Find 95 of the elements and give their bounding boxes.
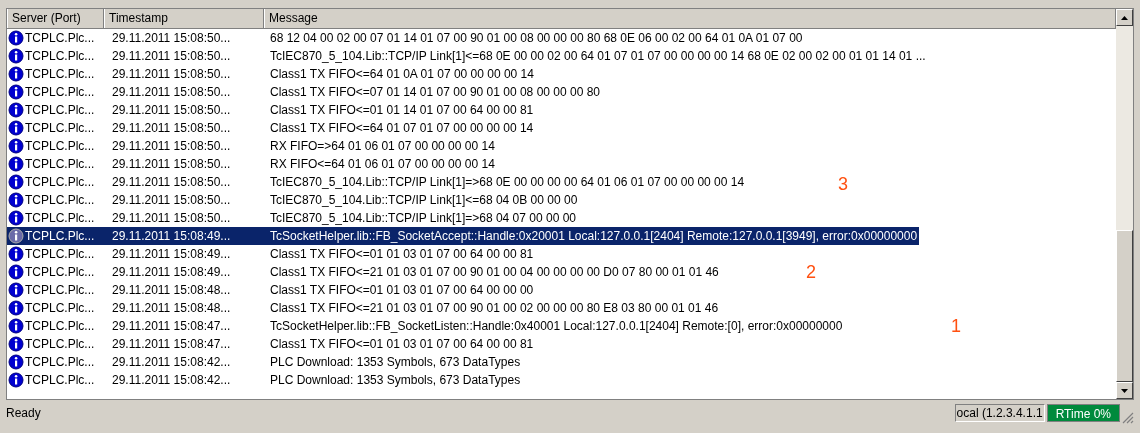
annotation-number: 2 <box>806 263 816 281</box>
down-arrow-icon <box>1121 388 1128 393</box>
log-row[interactable]: TCPLC.Plc... 29.11.2011 15:08:47... TcSocketHelper.lib::FB_SocketListen::Handle:0x40001 Local:127.0.0.1[2404] Remote:[0], error:0x00000000 <box>7 317 845 335</box>
status-text: Ready <box>6 405 42 422</box>
log-row[interactable]: TCPLC.Plc... 29.11.2011 15:08:50... Class1 TX FIFO<=64 01 0A 01 07 00 00 00 00 14 <box>7 65 536 83</box>
scrollbar[interactable] <box>1116 9 1133 399</box>
message-cell-text: Class1 TX FIFO<=01 01 14 01 07 00 64 00 00 81 <box>270 102 534 119</box>
message-cell-text: TcIEC870_5_104.Lib::TCP/IP Link[1]<=68 04 0B 00 00 00 <box>270 192 578 209</box>
annotation-number: 1 <box>951 317 961 335</box>
message-cell-text: TcIEC870_5_104.Lib::TCP/IP Link[1]<=68 0E 00 00 02 00 64 01 07 01 07 00 00 00 00 14 68 0E 02 00 02 00 01 01 14 01 ... <box>270 48 926 65</box>
server-cell-text: TCPLC.Plc... <box>25 138 95 155</box>
server-cell-text: TCPLC.Plc... <box>25 48 95 65</box>
timestamp-cell-text: 29.11.2011 15:08:50... <box>111 174 232 191</box>
server-cell-text: TCPLC.Plc... <box>25 30 95 47</box>
timestamp-cell-text: 29.11.2011 15:08:50... <box>111 66 232 83</box>
message-cell-text: Class1 TX FIFO<=21 01 03 01 07 00 90 01 00 02 00 00 00 80 E8 03 80 00 01 01 46 <box>270 300 719 317</box>
log-row[interactable]: TCPLC.Plc... 29.11.2011 15:08:42... PLC Download: 1353 Symbols, 673 DataTypes <box>7 371 523 389</box>
log-row[interactable]: TCPLC.Plc... 29.11.2011 15:08:50... RX FIFO=>64 01 06 01 07 00 00 00 00 14 <box>7 137 497 155</box>
server-cell-text: TCPLC.Plc... <box>25 66 95 83</box>
log-row[interactable]: TCPLC.Plc... 29.11.2011 15:08:49... TcSocketHelper.lib::FB_SocketAccept::Handle:0x20001 Local:127.0.0.1[2404] Remote:127.0.0.1[3949], error:0x00000000 <box>7 227 920 245</box>
server-cell-text: TCPLC.Plc... <box>25 372 95 389</box>
server-cell-text: TCPLC.Plc... <box>25 210 95 227</box>
message-cell-text: PLC Download: 1353 Symbols, 673 DataTypes <box>270 372 521 389</box>
timestamp-cell-text: 29.11.2011 15:08:50... <box>111 102 232 119</box>
server-cell-text: TCPLC.Plc... <box>25 246 95 263</box>
message-cell-text: Class1 TX FIFO<=64 01 07 01 07 00 00 00 00 14 <box>270 120 534 137</box>
server-cell-text: TCPLC.Plc... <box>25 336 95 353</box>
message-cell-text: TcSocketHelper.lib::FB_SocketListen::Handle:0x40001 Local:127.0.0.1[2404] Remote:[0], error:0x00000000 <box>270 318 843 335</box>
log-row[interactable]: TCPLC.Plc... 29.11.2011 15:08:50... TcIEC870_5_104.Lib::TCP/IP Link[1]<=68 0E 00 00 02 00 64 01 07 01 07 00 00 00 00 14 68 0E 02 00 02 00 01 01 14 01 ... <box>7 47 928 65</box>
realtime-status: RTime 0% <box>1046 404 1120 422</box>
timestamp-cell-text: 29.11.2011 15:08:50... <box>111 192 232 209</box>
message-cell-text: RX FIFO=>64 01 06 01 07 00 00 00 00 14 <box>270 138 495 155</box>
timestamp-cell-text: 29.11.2011 15:08:42... <box>111 354 232 371</box>
message-cell-text: RX FIFO<=64 01 06 01 07 00 00 00 00 14 <box>270 156 495 173</box>
column-header[interactable]: Server (Port) <box>7 9 104 28</box>
log-row[interactable]: TCPLC.Plc... 29.11.2011 15:08:50... TcIEC870_5_104.Lib::TCP/IP Link[1]=>68 0E 00 00 00 00 64 01 06 01 07 00 00 00 00 14 <box>7 173 747 191</box>
log-row[interactable]: TCPLC.Plc... 29.11.2011 15:08:47... Class1 TX FIFO<=01 01 03 01 07 00 64 00 00 81 <box>7 335 536 353</box>
timestamp-cell-text: 29.11.2011 15:08:50... <box>111 210 232 227</box>
timestamp-cell-text: 29.11.2011 15:08:48... <box>111 282 232 299</box>
log-row[interactable]: TCPLC.Plc... 29.11.2011 15:08:50... TcIEC870_5_104.Lib::TCP/IP Link[1]<=68 04 0B 00 00 00 <box>7 191 580 209</box>
message-cell-text: Class1 TX FIFO<=01 01 03 01 07 00 64 00 00 00 <box>270 282 534 299</box>
column-header[interactable]: Timestamp <box>104 9 264 28</box>
message-cell-text: Class1 TX FIFO<=01 01 03 01 07 00 64 00 00 81 <box>270 246 534 263</box>
server-cell-text: TCPLC.Plc... <box>25 300 95 317</box>
message-cell-text: TcIEC870_5_104.Lib::TCP/IP Link[1]=>68 0E 00 00 00 00 64 01 06 01 07 00 00 00 00 14 <box>270 174 745 191</box>
annotation-number: 3 <box>838 175 848 193</box>
server-cell-text: TCPLC.Plc... <box>25 84 95 101</box>
log-row[interactable]: TCPLC.Plc... 29.11.2011 15:08:42... PLC Download: 1353 Symbols, 673 DataTypes <box>7 353 523 371</box>
log-row[interactable]: TCPLC.Plc... 29.11.2011 15:08:50... Class1 TX FIFO<=64 01 07 01 07 00 00 00 00 14 <box>7 119 536 137</box>
log-row[interactable]: TCPLC.Plc... 29.11.2011 15:08:50... Class1 TX FIFO<=07 01 14 01 07 00 90 01 00 08 00 00 00 80 <box>7 83 603 101</box>
server-cell-text: TCPLC.Plc... <box>25 192 95 209</box>
server-cell-text: TCPLC.Plc... <box>25 354 95 371</box>
scroll-thumb[interactable] <box>1116 230 1133 382</box>
timestamp-cell-text: 29.11.2011 15:08:50... <box>111 120 232 137</box>
message-cell-text: Class1 TX FIFO<=64 01 0A 01 07 00 00 00 00 14 <box>270 66 534 83</box>
message-cell-text: Class1 TX FIFO<=01 01 03 01 07 00 64 00 00 81 <box>270 336 534 353</box>
server-cell-text: TCPLC.Plc... <box>25 264 95 281</box>
message-cell-text: TcIEC870_5_104.Lib::TCP/IP Link[1]=>68 04 07 00 00 00 <box>270 210 576 227</box>
message-cell-text: Class1 TX FIFO<=21 01 03 01 07 00 90 01 00 04 00 00 00 00 D0 07 80 00 01 01 46 <box>270 264 719 281</box>
server-cell-text: TCPLC.Plc... <box>25 156 95 173</box>
timestamp-cell-text: 29.11.2011 15:08:50... <box>111 156 232 173</box>
timestamp-cell-text: 29.11.2011 15:08:49... <box>111 228 232 245</box>
timestamp-cell-text: 29.11.2011 15:08:50... <box>111 138 232 155</box>
server-cell-text: TCPLC.Plc... <box>25 174 95 191</box>
log-row[interactable]: TCPLC.Plc... 29.11.2011 15:08:48... Class1 TX FIFO<=01 01 03 01 07 00 64 00 00 00 <box>7 281 536 299</box>
message-cell-text: PLC Download: 1353 Symbols, 673 DataTypes <box>270 354 521 371</box>
log-row[interactable]: TCPLC.Plc... 29.11.2011 15:08:50... 68 12 04 00 02 00 07 01 14 01 07 00 90 01 00 08 00 00 00 80 68 0E 06 00 02 00 64 01 0A 01 07 00 <box>7 29 805 47</box>
log-row[interactable]: TCPLC.Plc... 29.11.2011 15:08:48... Class1 TX FIFO<=21 01 03 01 07 00 90 01 00 02 00 00 00 80 E8 03 80 00 01 01 46 <box>7 299 721 317</box>
log-row[interactable]: TCPLC.Plc... 29.11.2011 15:08:49... Class1 TX FIFO<=01 01 03 01 07 00 64 00 00 81 <box>7 245 536 263</box>
server-cell-text: TCPLC.Plc... <box>25 282 95 299</box>
up-arrow-icon <box>1121 15 1128 20</box>
server-cell-text: TCPLC.Plc... <box>25 102 95 119</box>
server-cell-text: TCPLC.Plc... <box>25 318 95 335</box>
timestamp-cell-text: 29.11.2011 15:08:50... <box>111 48 232 65</box>
log-row[interactable]: TCPLC.Plc... 29.11.2011 15:08:49... Class1 TX FIFO<=21 01 03 01 07 00 90 01 00 04 00 00 00 00 D0 07 80 00 01 01 46 <box>7 263 721 281</box>
scroll-down-button[interactable] <box>1116 382 1133 399</box>
timestamp-cell-text: 29.11.2011 15:08:49... <box>111 246 232 263</box>
resize-grip-icon[interactable] <box>1122 412 1134 424</box>
timestamp-cell-text: 29.11.2011 15:08:47... <box>111 318 232 335</box>
timestamp-cell-text: 29.11.2011 15:08:50... <box>111 84 232 101</box>
log-row[interactable]: TCPLC.Plc... 29.11.2011 15:08:50... Class1 TX FIFO<=01 01 14 01 07 00 64 00 00 81 <box>7 101 536 119</box>
message-cell-text: TcSocketHelper.lib::FB_SocketAccept::Handle:0x20001 Local:127.0.0.1[2404] Remote:127.0.0.1[3949], error:0x00000000 <box>270 228 918 245</box>
timestamp-cell-text: 29.11.2011 15:08:42... <box>111 372 232 389</box>
log-row[interactable]: TCPLC.Plc... 29.11.2011 15:08:50... RX FIFO<=64 01 06 01 07 00 00 00 00 14 <box>7 155 497 173</box>
message-cell-text: Class1 TX FIFO<=07 01 14 01 07 00 90 01 00 08 00 00 00 80 <box>270 84 601 101</box>
timestamp-cell-text: 29.11.2011 15:08:49... <box>111 264 232 281</box>
scroll-up-button[interactable] <box>1116 9 1133 26</box>
message-cell-text: 68 12 04 00 02 00 07 01 14 01 07 00 90 01 00 08 00 00 00 80 68 0E 06 00 02 00 64 01 0A 01 07 00 <box>270 30 803 47</box>
target-status: ocal (1.2.3.4.1.1 <box>954 404 1045 422</box>
timestamp-cell-text: 29.11.2011 15:08:48... <box>111 300 232 317</box>
timestamp-cell-text: 29.11.2011 15:08:47... <box>111 336 232 353</box>
server-cell-text: TCPLC.Plc... <box>25 228 95 245</box>
log-row[interactable]: TCPLC.Plc... 29.11.2011 15:08:50... TcIEC870_5_104.Lib::TCP/IP Link[1]=>68 04 07 00 00 00 <box>7 209 578 227</box>
server-cell-text: TCPLC.Plc... <box>25 120 95 137</box>
timestamp-cell-text: 29.11.2011 15:08:50... <box>111 30 232 47</box>
